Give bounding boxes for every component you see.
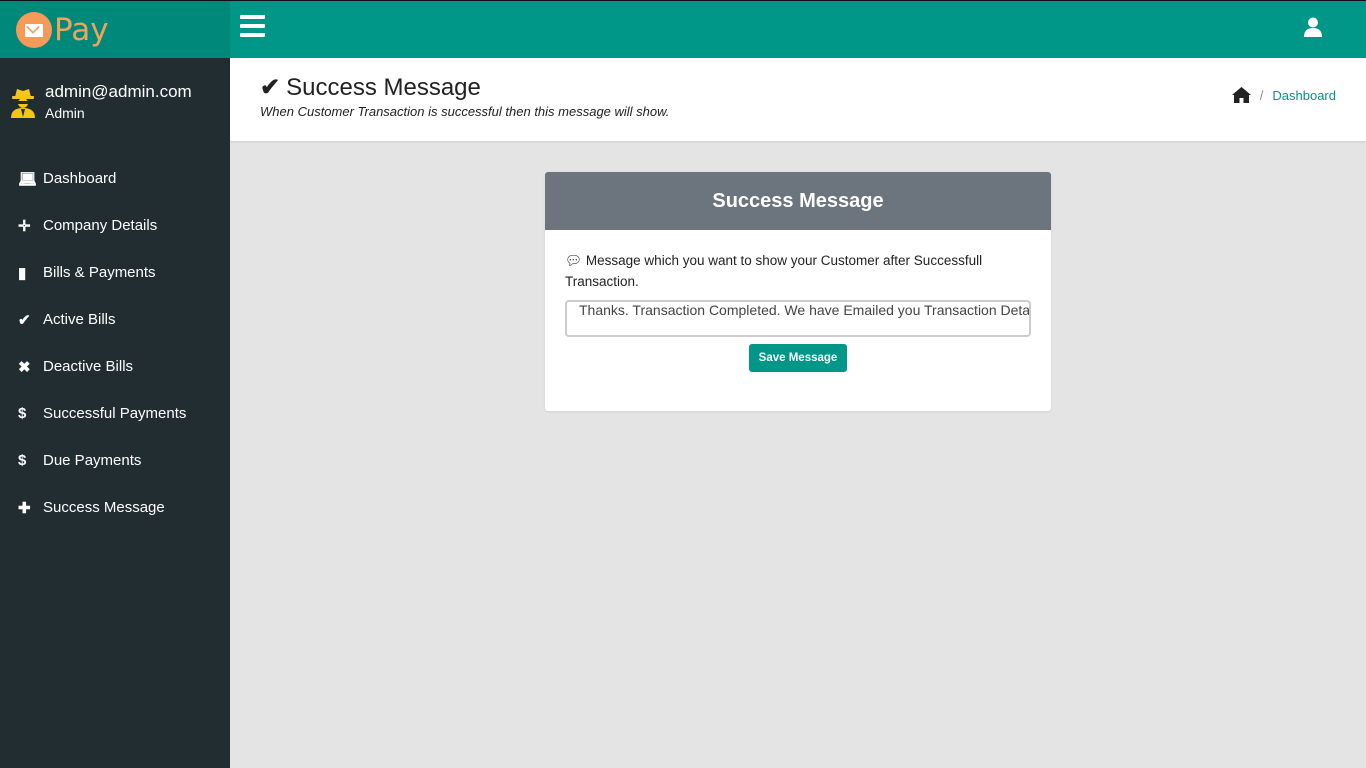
sidebar-item-label: Successful Payments [43, 405, 187, 422]
user-secret-icon [11, 89, 35, 118]
sidebar-item-dashboard[interactable]: 💻︎ Dashboard [0, 155, 230, 202]
page-title: ✔ Success Message [260, 73, 481, 102]
check-icon: ✔ [18, 311, 31, 329]
sidebar-item-label: Active Bills [43, 311, 116, 328]
sidebar-item-active-bills[interactable]: ✔ Active Bills [0, 296, 230, 343]
top-bar: Pay [0, 0, 1366, 59]
times-icon: ✖ [18, 358, 31, 376]
home-icon[interactable] [1231, 87, 1251, 103]
sidebar-item-label: Success Message [43, 499, 165, 516]
breadcrumb-separator: / [1259, 87, 1264, 103]
user-role: Admin [45, 105, 85, 121]
sidebar-item-success-message[interactable]: ✚ Success Message [0, 484, 230, 531]
success-message-card: Success Message 💬︎ Message which you wan… [545, 172, 1051, 411]
dollar-icon: $ [18, 452, 27, 469]
message-label-text: Message which you want to show your Cust… [565, 253, 983, 289]
brand-name: Pay [54, 12, 109, 48]
file-icon: ▮ [18, 264, 27, 282]
sidebar-item-deactive-bills[interactable]: ✖ Deactive Bills [0, 343, 230, 390]
message-label: 💬︎ Message which you want to show your C… [565, 250, 1031, 292]
brand-logo[interactable]: Pay [0, 1, 230, 59]
comment-icon: 💬︎ [565, 253, 583, 268]
user-profile: admin@admin.com Admin [0, 58, 230, 150]
arrows-icon: ✛ [18, 217, 31, 235]
check-icon: ✔ [260, 74, 281, 101]
laptop-icon: 💻︎ [18, 170, 38, 188]
save-message-button[interactable]: Save Message [748, 344, 848, 372]
plus-icon: ✚ [18, 499, 31, 517]
user-email: admin@admin.com [45, 82, 192, 101]
user-icon[interactable] [1304, 17, 1322, 37]
sidebar-item-successful-payments[interactable]: $ Successful Payments [0, 390, 230, 437]
sidebar-item-label: Bills & Payments [43, 264, 156, 281]
sidebar-item-label: Due Payments [43, 452, 142, 469]
sidebar-item-label: Deactive Bills [43, 358, 134, 375]
sidebar-item-label: Dashboard [43, 170, 117, 187]
sidebar: admin@admin.com Admin 💻︎ Dashboard ✛ Compa… [0, 58, 230, 768]
sidebar-item-company-details[interactable]: ✛ Company Details [0, 202, 230, 249]
envelope-logo-icon [16, 12, 52, 48]
breadcrumb: / Dashboard [1231, 87, 1336, 103]
page-subtitle: When Customer Transaction is successful … [260, 104, 670, 119]
card-title: Success Message [545, 172, 1051, 230]
sidebar-nav: 💻︎ Dashboard ✛ Company Details ▮ Bills & Pa… [0, 155, 230, 531]
sidebar-item-label: Company Details [43, 217, 158, 234]
menu-toggle-icon[interactable] [240, 15, 265, 37]
sidebar-item-bills-payments[interactable]: ▮ Bills & Payments [0, 249, 230, 296]
page-header: ✔ Success Message When Customer Transacti… [230, 58, 1366, 141]
sidebar-item-due-payments[interactable]: $ Due Payments [0, 437, 230, 484]
breadcrumb-dashboard-link[interactable]: Dashboard [1272, 88, 1336, 103]
success-message-input[interactable]: Thanks. Transaction Completed. We have E… [565, 300, 1031, 337]
page-title-text: Success Message [286, 73, 481, 101]
dollar-icon: $ [18, 405, 27, 422]
